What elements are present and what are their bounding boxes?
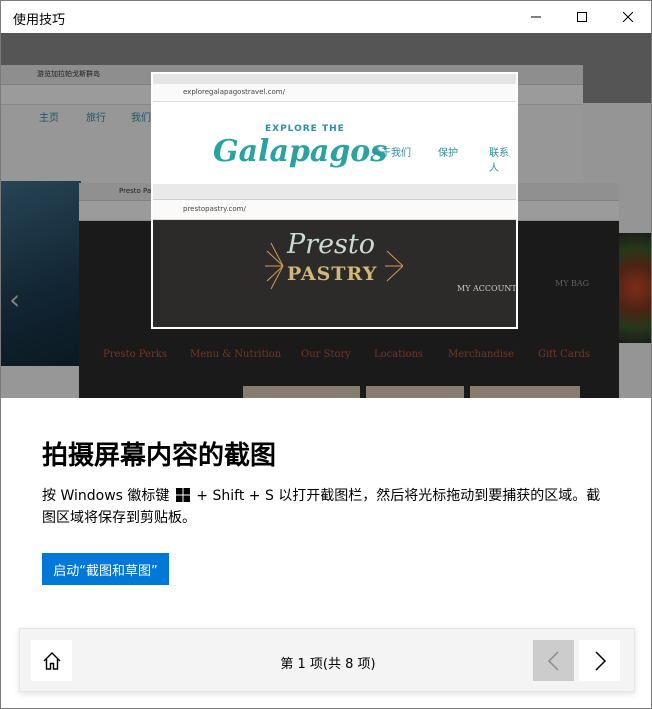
pp-nav-merch: Merchandise xyxy=(448,349,515,360)
food-photo xyxy=(619,233,651,343)
minimize-button[interactable] xyxy=(513,1,559,33)
logo-explore-the: EXPLORE THE xyxy=(265,124,345,134)
nav-protect: 保护 xyxy=(438,148,458,159)
my-account-link: MY ACCOUNT xyxy=(457,284,517,293)
logo-galapagos: Galapagos xyxy=(213,134,388,169)
galapagos-logo: EXPLORE THE Galapagos xyxy=(213,124,387,180)
snip-address-bar: exploregalapagostravel.com/ xyxy=(153,84,516,102)
bg-nav-travel: 旅行 xyxy=(86,113,106,124)
maximize-icon xyxy=(577,12,587,22)
background-tab-title: 游览加拉帕戈斯群岛 xyxy=(37,70,100,78)
chevron-left-icon: ‹ xyxy=(9,283,21,316)
pp-nav-giftcards: Gift Cards xyxy=(538,349,591,360)
tip-illustration: 游览加拉帕戈斯群岛 主页 旅行 我们的 方法 ‹ Presto Pastry p… xyxy=(1,33,651,398)
snip-galapagos-site: exploregalapagostravel.com/ EXPLORE THE … xyxy=(153,74,516,186)
snip-tab-row xyxy=(153,74,516,84)
logo-pastry: PASTRY xyxy=(287,263,378,285)
window-title: 使用技巧 xyxy=(13,13,66,28)
next-button[interactable] xyxy=(579,640,620,681)
windows-logo-icon xyxy=(175,488,190,502)
pp-thumb-2 xyxy=(366,386,464,398)
nav-contact: 联系人 xyxy=(489,148,509,174)
pp-nav-menu: Menu & Nutrition xyxy=(190,349,282,360)
snip-selection: exploregalapagostravel.com/ EXPLORE THE … xyxy=(151,72,518,329)
chevron-right-icon xyxy=(594,650,606,671)
tip-description-start: 按 Windows 徽标键 xyxy=(42,488,174,504)
launch-snip-sketch-button[interactable]: 启动“截图和草图” xyxy=(42,553,169,585)
minimize-icon xyxy=(531,16,541,18)
snip-presto-tabs xyxy=(153,184,516,200)
pp-nav-perks: Presto Perks xyxy=(103,349,167,360)
pp-thumb-1 xyxy=(243,386,360,398)
previous-button[interactable] xyxy=(533,640,574,681)
snip-presto-url: prestopastry.com/ xyxy=(183,205,246,213)
my-bag-link: MY BAG xyxy=(555,279,590,288)
background-photo xyxy=(1,181,81,366)
snip-presto-address: prestopastry.com/ xyxy=(153,200,516,220)
tip-description: 按 Windows 徽标键 + Shift + S 以打开截图栏，然后将光标拖动… xyxy=(42,485,612,529)
close-icon xyxy=(623,12,633,22)
maximize-button[interactable] xyxy=(559,1,605,33)
chevron-left-icon xyxy=(547,650,559,671)
nav-about: 关于我们 xyxy=(371,148,411,159)
snip-presto-site: prestopastry.com/ Presto PASTRY MY ACCOU… xyxy=(153,184,516,327)
pp-thumb-3 xyxy=(470,386,580,398)
tips-window: 使用技巧 游览加拉帕戈斯群岛 主页 旅行 我们的 方法 ‹ Presto Pas… xyxy=(0,0,652,709)
logo-presto: Presto xyxy=(287,229,376,260)
title-bar: 使用技巧 xyxy=(1,1,651,33)
pp-nav-story: Our Story xyxy=(301,349,351,360)
bg-nav-home: 主页 xyxy=(39,113,59,124)
pp-nav-locations: Locations xyxy=(374,349,424,360)
presto-logo: Presto PASTRY xyxy=(263,229,403,299)
close-button[interactable] xyxy=(605,1,651,33)
tip-heading: 拍摄屏幕内容的截图 xyxy=(42,441,277,471)
galapagos-url: exploregalapagostravel.com/ xyxy=(183,88,285,96)
tip-navigation-bar: 第 1 项(共 8 项) xyxy=(19,628,635,692)
